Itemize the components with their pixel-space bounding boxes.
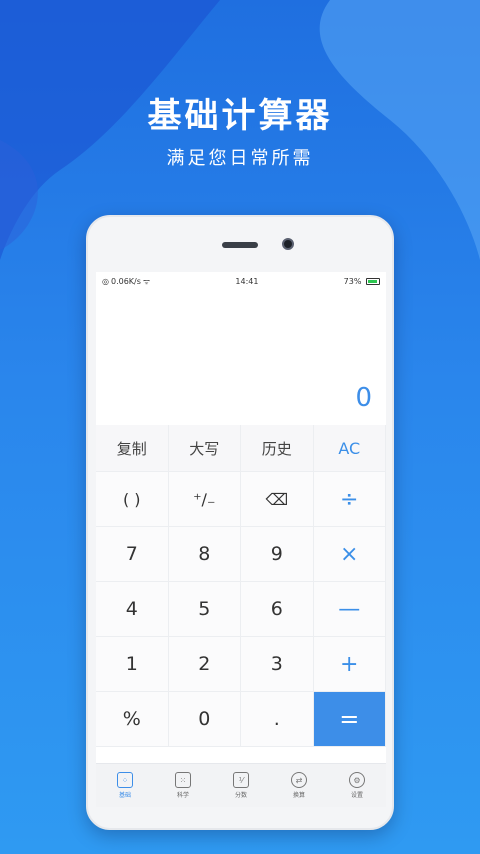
result-value: 0	[355, 383, 372, 413]
digit-7-key[interactable]: 7	[96, 527, 169, 582]
keypad: 复制 大写 历史 AC ( ) ⁺∕₋ ⌫ ÷ 7 8 9 × 4 5 6 — …	[96, 425, 386, 747]
tab-label: 科学	[176, 792, 189, 799]
history-button[interactable]: 历史	[241, 425, 314, 472]
digit-8-key[interactable]: 8	[168, 527, 241, 582]
digit-1-key[interactable]: 1	[96, 637, 169, 692]
phone-camera	[282, 238, 294, 250]
battery-icon	[365, 277, 380, 285]
tab-label: 设置	[350, 792, 363, 799]
fraction-icon: ⅟	[233, 772, 249, 788]
basic-calc-icon: ⁘	[117, 772, 133, 788]
uppercase-button[interactable]: 大写	[168, 425, 241, 472]
phone-screen: ◎ 0.06K/s ᯤ 14:41 73% 0 复制 大写 历史 AC ( ) …	[96, 272, 386, 807]
tab-label: 基础	[118, 792, 131, 799]
status-left: ◎ 0.06K/s ᯤ	[102, 276, 150, 287]
phone-mockup: ◎ 0.06K/s ᯤ 14:41 73% 0 复制 大写 历史 AC ( ) …	[86, 215, 394, 830]
result-display: 0	[96, 290, 386, 425]
digit-5-key[interactable]: 5	[168, 582, 241, 637]
tab-convert[interactable]: ⇄ 换算	[270, 764, 328, 807]
scientific-icon: ⁙	[175, 772, 191, 788]
battery-percent: 73%	[343, 276, 362, 286]
status-right: 73%	[344, 277, 380, 286]
add-key[interactable]: +	[313, 637, 386, 692]
sign-toggle-key[interactable]: ⁺∕₋	[168, 472, 241, 527]
decimal-key[interactable]: .	[241, 692, 314, 747]
status-bar: ◎ 0.06K/s ᯤ 14:41 73%	[96, 272, 386, 290]
divide-key[interactable]: ÷	[313, 472, 386, 527]
backspace-key[interactable]: ⌫	[241, 472, 314, 527]
percent-key[interactable]: %	[96, 692, 169, 747]
tab-settings[interactable]: ⚙ 设置	[328, 764, 386, 807]
tab-label: 分数	[234, 792, 247, 799]
promo-title: 基础计算器	[147, 96, 333, 136]
wifi-icon: ᯤ	[142, 276, 151, 286]
phone-speaker	[222, 242, 258, 248]
digit-9-key[interactable]: 9	[241, 527, 314, 582]
tab-label: 换算	[292, 792, 305, 799]
promo-subtitle: 满足您日常所需	[166, 148, 314, 169]
digit-6-key[interactable]: 6	[241, 582, 314, 637]
bottom-tab-bar: ⁘ 基础 ⁙ 科学 ⅟ 分数 ⇄ 换算 ⚙ 设置	[96, 763, 386, 807]
alarm-icon: ◎	[102, 276, 109, 286]
settings-icon: ⚙	[349, 772, 365, 788]
network-speed: 0.06K/s	[110, 276, 141, 286]
convert-icon: ⇄	[291, 772, 307, 788]
parentheses-key[interactable]: ( )	[96, 472, 169, 527]
status-time: 14:41	[235, 276, 259, 286]
digit-0-key[interactable]: 0	[168, 692, 241, 747]
multiply-key[interactable]: ×	[313, 527, 386, 582]
copy-button[interactable]: 复制	[96, 425, 169, 472]
equals-key[interactable]: =	[313, 692, 386, 747]
digit-3-key[interactable]: 3	[241, 637, 314, 692]
digit-2-key[interactable]: 2	[168, 637, 241, 692]
digit-4-key[interactable]: 4	[96, 582, 169, 637]
tab-scientific[interactable]: ⁙ 科学	[154, 764, 212, 807]
tab-fraction[interactable]: ⅟ 分数	[212, 764, 270, 807]
tab-basic[interactable]: ⁘ 基础	[96, 764, 154, 807]
all-clear-button[interactable]: AC	[313, 425, 386, 472]
subtract-key[interactable]: —	[313, 582, 386, 637]
